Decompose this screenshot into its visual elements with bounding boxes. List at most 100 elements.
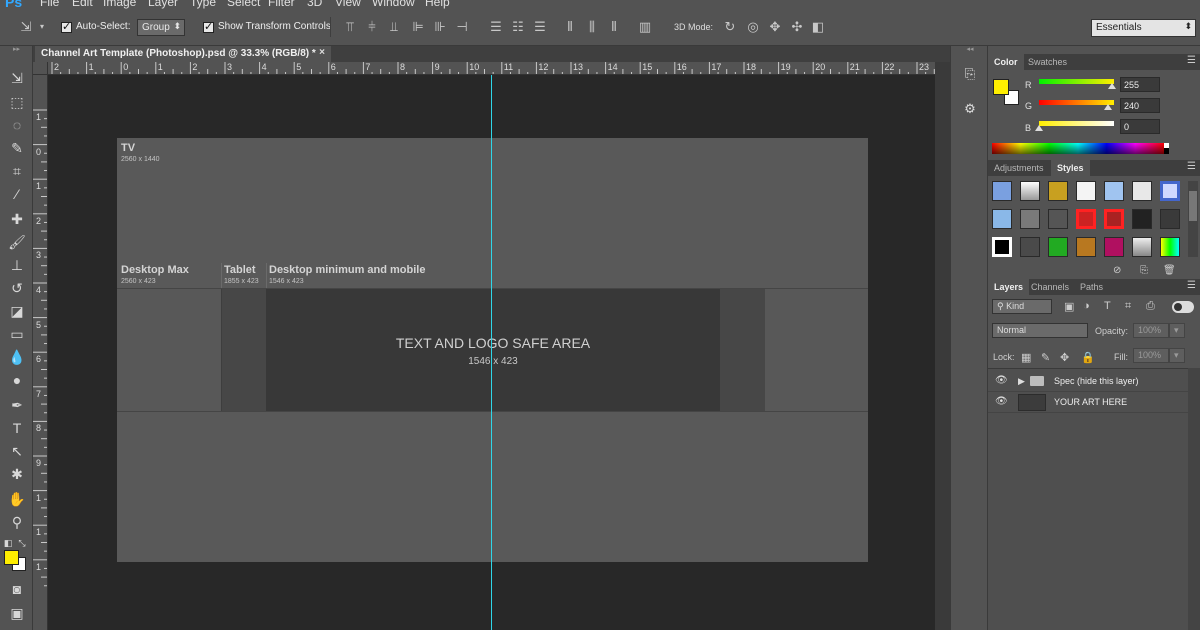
style-preset-swatch[interactable] [1160, 237, 1180, 257]
panel-menu-icon[interactable]: ☰ [1187, 280, 1196, 291]
distribute-vertical-center-icon[interactable]: ☷ [510, 19, 526, 35]
path-selection-tool-icon[interactable]: ↖ [5, 441, 29, 461]
style-preset-swatch[interactable] [1104, 209, 1124, 229]
3d-pan-icon[interactable]: ✥ [767, 19, 783, 35]
menu-help[interactable]: Help [425, 0, 450, 9]
properties-panel-icon[interactable]: ⚙ [961, 101, 979, 119]
quick-selection-tool-icon[interactable]: ✎ [5, 138, 29, 158]
layers-scrollbar[interactable] [1188, 368, 1200, 630]
3d-slide-icon[interactable]: ✣ [789, 19, 805, 35]
auto-align-layers-icon[interactable]: ▥ [637, 19, 653, 35]
style-preset-swatch[interactable] [992, 237, 1012, 257]
style-preset-swatch[interactable] [1132, 237, 1152, 257]
red-slider-thumb[interactable] [1108, 83, 1116, 89]
healing-brush-tool-icon[interactable]: ✚ [5, 209, 29, 229]
menu-filter[interactable]: Filter [268, 0, 295, 9]
ruler-horizontal[interactable]: 2 1 0 1 2 3 4 5 6 7 8 9 10 11 12 13 14 15 16 17 18 19 20 21 22 23 [48, 62, 935, 75]
ruler-origin[interactable] [33, 62, 48, 75]
clear-style-icon[interactable]: ⊘ [1113, 265, 1121, 276]
tab-channels[interactable]: Channels [1025, 279, 1075, 295]
align-left-icon[interactable]: ⊫ [410, 19, 426, 35]
delete-style-icon[interactable]: 🗑 [1163, 265, 1176, 276]
3d-scale-icon[interactable]: ◧ [810, 19, 826, 35]
style-preset-swatch[interactable] [1132, 181, 1152, 201]
style-preset-swatch[interactable] [1020, 181, 1040, 201]
auto-select-dropdown[interactable]: Group [137, 19, 185, 36]
align-top-icon[interactable]: ⫪ [342, 19, 358, 35]
lock-position-icon[interactable]: ✥ [1060, 351, 1074, 364]
style-preset-swatch[interactable] [992, 181, 1012, 201]
document-tab[interactable]: Channel Art Template (Photoshop).psd @ 3… [35, 46, 331, 62]
align-bottom-icon[interactable]: ⫫ [386, 19, 402, 35]
3d-rotate-icon[interactable]: ↻ [722, 19, 738, 35]
panel-menu-icon[interactable]: ☰ [1187, 55, 1196, 66]
menu-layer[interactable]: Layer [148, 0, 178, 9]
gradient-tool-icon[interactable]: ▭ [5, 324, 29, 344]
crop-tool-icon[interactable]: ⌗ [5, 161, 29, 181]
layer-filter-dropdown[interactable]: ⚲ Kind [992, 299, 1052, 314]
document-canvas[interactable]: TV 2560 x 1440 Desktop Max 2560 x 423 Ta… [117, 138, 868, 562]
vertical-scrollbar[interactable] [935, 62, 950, 630]
style-preset-swatch[interactable] [1048, 181, 1068, 201]
style-preset-swatch[interactable] [1020, 237, 1040, 257]
close-icon[interactable]: × [319, 47, 325, 58]
panel-menu-icon[interactable]: ☰ [1187, 161, 1196, 172]
blue-slider-thumb[interactable] [1035, 125, 1043, 131]
color-spectrum-ramp[interactable] [992, 143, 1164, 154]
style-preset-swatch[interactable] [1104, 181, 1124, 201]
screen-mode-icon[interactable]: ▣ [5, 603, 29, 623]
shape-filter-icon[interactable]: ⌗ [1125, 300, 1139, 312]
chevron-down-icon[interactable]: ▾ [34, 19, 50, 35]
style-preset-swatch[interactable] [1132, 209, 1152, 229]
style-preset-swatch[interactable] [1104, 237, 1124, 257]
menu-file[interactable]: File [40, 0, 59, 9]
pen-tool-icon[interactable]: ✒ [5, 395, 29, 415]
move-tool-preset-icon[interactable]: ⇲ [18, 19, 34, 35]
document-pasteboard[interactable]: TV 2560 x 1440 Desktop Max 2560 x 423 Ta… [48, 75, 935, 630]
blue-channel-slider[interactable] [1039, 121, 1114, 126]
3d-roll-icon[interactable]: ◎ [745, 19, 761, 35]
green-slider-thumb[interactable] [1104, 104, 1112, 110]
style-preset-swatch[interactable] [1048, 209, 1068, 229]
style-preset-swatch[interactable] [1160, 181, 1180, 201]
zoom-tool-icon[interactable]: ⚲ [5, 512, 29, 532]
auto-select-checkbox[interactable] [61, 20, 72, 33]
distribute-top-icon[interactable]: ☰ [488, 19, 504, 35]
menu-view[interactable]: View [335, 0, 361, 9]
quick-mask-icon[interactable]: ◙ [5, 579, 29, 599]
menu-edit[interactable]: Edit [72, 0, 93, 9]
align-vertical-center-icon[interactable]: ⫩ [364, 19, 380, 35]
eye-icon[interactable]: 👁 [995, 396, 1008, 407]
workspace-dropdown[interactable]: Essentials [1091, 19, 1196, 37]
style-preset-swatch[interactable] [1020, 209, 1040, 229]
style-preset-swatch[interactable] [1048, 237, 1068, 257]
menu-type[interactable]: Type [190, 0, 216, 9]
red-channel-slider[interactable] [1039, 79, 1114, 84]
menu-3d[interactable]: 3D [307, 0, 322, 9]
history-brush-tool-icon[interactable]: ↺ [5, 278, 29, 298]
align-right-icon[interactable]: ⊣ [454, 19, 470, 35]
adjustment-filter-icon[interactable]: ◑ [1083, 300, 1097, 312]
blend-mode-dropdown[interactable]: Normal [992, 323, 1088, 338]
tab-paths[interactable]: Paths [1074, 279, 1109, 295]
style-preset-swatch[interactable] [1160, 209, 1180, 229]
style-preset-swatch[interactable] [1076, 237, 1096, 257]
lock-all-icon[interactable]: 🔒 [1081, 351, 1095, 364]
eyedropper-tool-icon[interactable]: ⁄ [5, 184, 29, 204]
blue-channel-input[interactable]: 0 [1120, 119, 1160, 134]
menu-select[interactable]: Select [227, 0, 260, 9]
layer-row-group[interactable]: 👁 ▶ Spec (hide this layer) [988, 371, 1188, 392]
smart-object-filter-icon[interactable]: ⎙ [1146, 300, 1160, 312]
tab-swatches[interactable]: Swatches [1022, 54, 1073, 70]
distribute-right-icon[interactable]: ⫴ [606, 19, 622, 35]
eraser-tool-icon[interactable]: ◪ [5, 301, 29, 321]
expand-arrow-icon[interactable]: ▶ [1018, 376, 1025, 387]
panel-grip-icon[interactable]: ◂◂ [951, 46, 989, 54]
style-preset-swatch[interactable] [992, 209, 1012, 229]
style-preset-swatch[interactable] [1076, 209, 1096, 229]
blur-tool-icon[interactable]: 💧 [5, 347, 29, 367]
eye-icon[interactable]: 👁 [995, 375, 1008, 386]
opacity-input[interactable]: 100% [1133, 323, 1169, 338]
clone-stamp-tool-icon[interactable]: ⊥ [5, 255, 29, 275]
vertical-guide[interactable] [491, 75, 492, 630]
